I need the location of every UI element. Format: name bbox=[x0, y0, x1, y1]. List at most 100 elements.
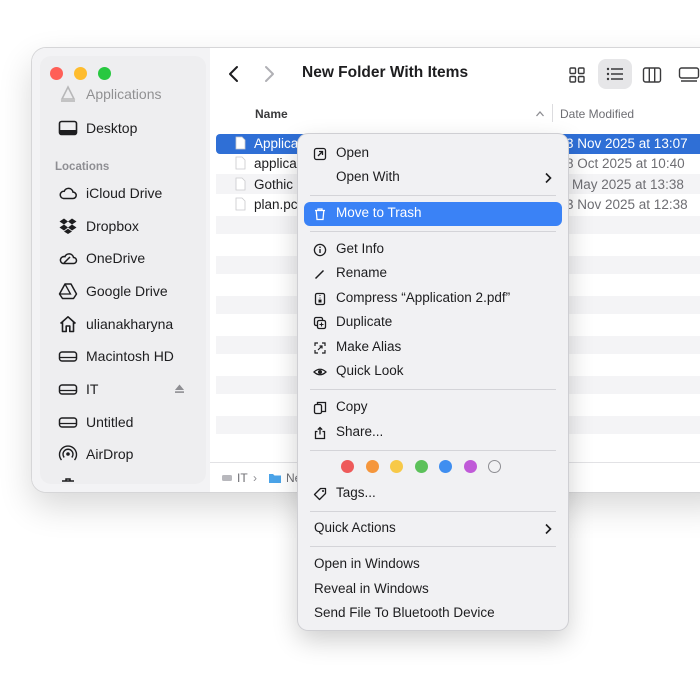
archive-icon bbox=[314, 292, 326, 306]
sidebar-item-label: Untitled bbox=[86, 414, 134, 430]
info-icon bbox=[313, 243, 327, 257]
copy-icon bbox=[313, 401, 327, 415]
menu-separator bbox=[310, 195, 556, 196]
duplicate-icon bbox=[313, 316, 327, 330]
date-modified-column-header[interactable]: Date Modified bbox=[560, 107, 634, 121]
share-icon bbox=[314, 426, 326, 440]
menu-item-duplicate[interactable]: Duplicate bbox=[298, 311, 568, 335]
tag-icon bbox=[313, 487, 327, 501]
menu-item-move-to-trash[interactable]: Move to Trash bbox=[304, 202, 562, 226]
airdrop-icon bbox=[58, 445, 78, 461]
menu-item-compress[interactable]: Compress “Application 2.pdf” bbox=[298, 287, 568, 311]
menu-item-make-alias[interactable]: Make Alias bbox=[298, 336, 568, 360]
drive-icon bbox=[58, 417, 78, 428]
menu-item-tags[interactable]: Tags... bbox=[298, 482, 568, 506]
tag-blue[interactable] bbox=[439, 460, 452, 473]
menu-item-label: Get Info bbox=[336, 241, 385, 256]
menu-item-open[interactable]: Open bbox=[298, 142, 568, 166]
file-name: Gothic bbox=[254, 177, 294, 192]
sidebar-item-label: Applications bbox=[86, 86, 162, 102]
sidebar-item-label: OneDrive bbox=[86, 250, 146, 266]
menu-item-label: Rename bbox=[336, 265, 388, 280]
menu-item-label: Duplicate bbox=[336, 314, 393, 329]
sidebar-item-label: Dropbox bbox=[86, 218, 139, 234]
dropbox-icon bbox=[59, 218, 77, 234]
file-date: 3 Nov 2025 at 12:38 bbox=[566, 197, 688, 212]
menu-item-get-info[interactable]: Get Info bbox=[298, 238, 568, 262]
file-date: 8 Oct 2025 at 10:40 bbox=[566, 156, 685, 171]
drive-icon bbox=[58, 384, 78, 395]
file-name: Applica bbox=[254, 136, 299, 151]
trash-icon[interactable] bbox=[58, 476, 78, 492]
menu-item-label: Open bbox=[336, 145, 370, 160]
tag-red[interactable] bbox=[341, 460, 354, 473]
menu-item-label: Share... bbox=[336, 424, 384, 439]
icon-view-button[interactable] bbox=[568, 66, 586, 84]
open-icon bbox=[313, 147, 327, 161]
menu-item-open-with[interactable]: Open With bbox=[298, 166, 568, 190]
trash-icon bbox=[315, 208, 325, 221]
menu-item-label: Compress “Application 2.pdf” bbox=[336, 290, 511, 305]
name-column-header[interactable]: Name bbox=[255, 107, 288, 121]
menu-item-quick-actions[interactable]: Quick Actions bbox=[298, 517, 568, 541]
sidebar: Applications Desktop Locations iCloud Dr… bbox=[32, 48, 210, 492]
pathbar-separator: › bbox=[253, 471, 257, 485]
forward-button[interactable] bbox=[262, 65, 276, 83]
file-icon bbox=[235, 197, 246, 211]
desktop-icon bbox=[58, 120, 78, 136]
menu-item-send-bluetooth[interactable]: Send File To Bluetooth Device bbox=[298, 602, 568, 626]
tag-gray[interactable] bbox=[488, 460, 501, 473]
locations-header: Locations bbox=[55, 161, 110, 173]
google-drive-icon bbox=[58, 283, 78, 300]
sidebar-item-label: AirDrop bbox=[86, 446, 134, 462]
menu-item-label: Make Alias bbox=[336, 339, 402, 354]
sidebar-item-label: Desktop bbox=[86, 120, 138, 136]
home-icon bbox=[59, 316, 77, 333]
pencil-icon bbox=[314, 269, 325, 280]
sidebar-item-label: ulianakharyna bbox=[86, 316, 174, 332]
minimize-window-button[interactable] bbox=[74, 67, 87, 80]
menu-item-label: Copy bbox=[336, 399, 368, 414]
menu-separator bbox=[310, 389, 556, 390]
close-window-button[interactable] bbox=[50, 67, 63, 80]
menu-item-label: Reveal in Windows bbox=[314, 581, 429, 596]
menu-separator bbox=[310, 511, 556, 512]
menu-item-reveal-in-windows[interactable]: Reveal in Windows bbox=[298, 578, 568, 602]
menu-separator bbox=[310, 546, 556, 547]
menu-item-label: Quick Actions bbox=[314, 520, 396, 535]
sidebar-item-label: IT bbox=[86, 381, 99, 397]
file-date: 3 Nov 2025 at 13:07 bbox=[566, 136, 688, 151]
zoom-window-button[interactable] bbox=[98, 67, 111, 80]
menu-item-open-in-windows[interactable]: Open in Windows bbox=[298, 553, 568, 577]
menu-separator bbox=[310, 231, 556, 232]
drive-icon bbox=[58, 351, 78, 362]
tag-green[interactable] bbox=[415, 460, 428, 473]
file-name: applica bbox=[254, 156, 297, 171]
menu-item-share[interactable]: Share... bbox=[298, 421, 568, 445]
list-view-button[interactable] bbox=[598, 59, 632, 89]
file-date: May 2025 at 13:38 bbox=[572, 177, 684, 192]
column-divider bbox=[552, 104, 553, 122]
eject-icon[interactable] bbox=[174, 383, 185, 394]
tag-purple[interactable] bbox=[464, 460, 477, 473]
list-view-icon bbox=[606, 67, 623, 81]
sort-ascending-icon bbox=[536, 111, 544, 117]
menu-item-quick-look[interactable]: Quick Look bbox=[298, 360, 568, 384]
chevron-right-icon bbox=[545, 523, 552, 535]
menu-item-copy[interactable]: Copy bbox=[298, 396, 568, 420]
tag-orange[interactable] bbox=[366, 460, 379, 473]
cloud-icon bbox=[59, 187, 77, 200]
menu-item-rename[interactable]: Rename bbox=[298, 262, 568, 286]
alias-icon bbox=[314, 342, 326, 354]
pathbar-item[interactable]: IT bbox=[237, 471, 248, 485]
tag-yellow[interactable] bbox=[390, 460, 403, 473]
column-view-button[interactable] bbox=[642, 66, 662, 84]
file-name: plan.pc bbox=[254, 197, 298, 212]
context-menu: Open Open With Move to Trash Get Info Re… bbox=[298, 134, 568, 630]
onedrive-icon bbox=[59, 253, 78, 265]
file-icon bbox=[235, 156, 246, 170]
menu-item-label: Send File To Bluetooth Device bbox=[314, 605, 495, 620]
back-button[interactable] bbox=[227, 65, 241, 83]
gallery-view-button[interactable] bbox=[678, 66, 700, 84]
menu-item-label: Move to Trash bbox=[336, 205, 422, 220]
